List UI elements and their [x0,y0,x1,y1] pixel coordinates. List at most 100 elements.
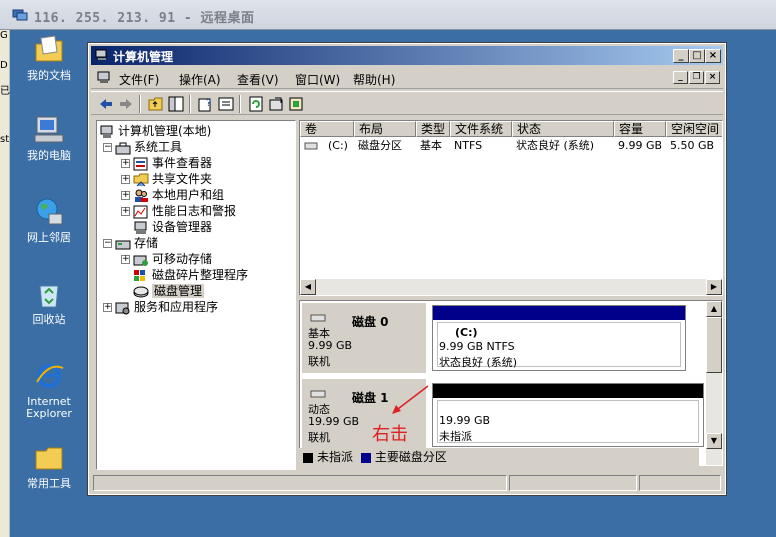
cell-layout: 磁盘分区 [358,139,402,152]
tree-item-root[interactable]: 计算机管理(本地) [99,123,211,139]
properties-help-icon[interactable]: ? [197,95,215,113]
forward-arrow-icon[interactable] [117,95,135,113]
disk-icon [310,390,326,398]
column-header-layout[interactable]: 布局 [354,121,416,137]
storage-icon [115,240,131,249]
tree-item-disk-management[interactable]: 磁盘管理 [133,283,205,299]
partition-label: (C:) [455,326,478,339]
cell-type: 基本 [420,139,442,152]
tree-item-services-apps[interactable]: + 服务和应用程序 [103,299,218,315]
toolbar: ? [91,91,723,115]
computer-icon [34,116,64,143]
strip-text: 已 [0,86,10,97]
desktop-icon-internet-explorer[interactable]: Internet Explorer [14,360,84,420]
console-tree: 计算机管理(本地) − 系统工具 + 事件查看器 + 共享文件夹 + 本地用户和组 + 性… [96,120,296,470]
partition-status: 未指派 [439,430,472,443]
tree-item-removable-storage[interactable]: + 可移动存储 [121,251,212,267]
close-button[interactable]: × [705,49,721,63]
desktop-icon-my-computer[interactable]: 我的电脑 [14,114,84,162]
minimize-button[interactable]: _ [673,49,689,63]
scroll-thumb[interactable] [706,317,722,373]
partition-unallocated[interactable]: 19.99 GB 未指派 [432,383,704,447]
scroll-right-button[interactable]: ▶ [706,279,722,295]
document-window-icon[interactable] [97,71,111,84]
window-titlebar[interactable]: 计算机管理 _ □ × [91,46,723,65]
cell-filesystem: NTFS [454,139,483,152]
expand-toggle[interactable]: + [121,255,130,264]
globe-network-icon [36,198,63,225]
mdi-close-button[interactable]: × [705,71,720,84]
tree-item-shared-folders[interactable]: + 共享文件夹 [121,171,212,187]
mdi-restore-button[interactable]: ❐ [689,71,704,84]
disk-0-info[interactable]: 磁盘 0 基本 9.99 GB 联机 [302,303,426,373]
tree-item-performance-logs[interactable]: + 性能日志和警报 [121,203,236,219]
desktop-icon-label: 回收站 [32,313,66,326]
desktop-icon-common-tools[interactable]: 常用工具 [14,442,84,490]
column-header-volume[interactable]: 卷 [300,121,354,137]
menu-action[interactable]: 操作(A) [179,71,221,88]
collapse-toggle[interactable]: − [103,143,112,152]
menubar: 文件(F) 操作(A) 查看(V) 窗口(W) 帮助(H) _ ❐ × [91,67,723,89]
expand-toggle[interactable]: + [121,175,130,184]
scroll-left-button[interactable]: ◀ [300,279,316,295]
disk-name: 磁盘 0 [352,315,389,329]
column-header-type[interactable]: 类型 [416,121,450,137]
background-window-strip: G D 已 st [0,30,10,537]
partition-color-bar [433,384,703,398]
volume-list: 卷 布局 类型 文件系统 状态 容量 空闲空间 (C:) 磁盘分区 基本 NTF… [299,120,723,296]
maximize-button[interactable]: □ [689,49,705,63]
cell-free-space: 5.50 GB [670,139,715,152]
device-manager-icon [134,221,147,234]
refresh-icon[interactable] [247,95,265,113]
defragmenter-icon [134,269,145,281]
menu-view[interactable]: 查看(V) [237,71,279,88]
column-header-capacity[interactable]: 容量 [614,121,666,137]
export-list-icon[interactable] [267,95,285,113]
expand-toggle[interactable]: + [121,159,130,168]
partition-color-bar [433,306,685,320]
column-header-status[interactable]: 状态 [512,121,614,137]
tree-item-device-manager[interactable]: 设备管理器 [133,219,212,235]
settings-icon[interactable] [287,95,305,113]
tree-item-event-viewer[interactable]: + 事件查看器 [121,155,212,171]
show-hide-tree-icon[interactable] [167,95,185,113]
toolbar-separator [139,95,141,113]
horizontal-scrollbar[interactable]: ◀ ▶ [300,279,722,295]
disk-graphical-view: 磁盘 0 基本 9.99 GB 联机 (C:) 9.99 GB NTFS 状态良… [299,300,723,466]
partition-detail: 9.99 GB NTFS [439,340,515,353]
column-header-filesystem[interactable]: 文件系统 [450,121,512,137]
column-header-free-space[interactable]: 空闲空间 [666,121,722,137]
menu-file[interactable]: 文件(F) [119,71,159,88]
scroll-down-button[interactable]: ▼ [706,433,722,449]
svg-text:?: ? [206,98,211,109]
cell-volume: (C:) [328,139,348,152]
view-list-icon[interactable] [217,95,235,113]
back-arrow-icon[interactable] [97,95,115,113]
expand-toggle[interactable]: + [103,303,112,312]
desktop-icon-network[interactable]: 网上邻居 [14,196,84,244]
scroll-up-button[interactable]: ▲ [706,301,722,317]
partition-c[interactable]: (C:) 9.99 GB NTFS 状态良好 (系统) [432,305,686,371]
tree-item-local-users[interactable]: + 本地用户和组 [121,187,224,203]
tree-item-system-tools[interactable]: − 系统工具 [103,139,182,155]
legend-swatch-unallocated [303,452,313,463]
drive-icon [304,142,318,150]
expand-toggle[interactable]: + [121,207,130,216]
desktop-icon-recycle-bin[interactable]: 回收站 [14,278,84,326]
tree-item-label: 服务和应用程序 [134,300,219,314]
tree-item-storage[interactable]: − 存储 [103,235,158,251]
users-icon [135,189,148,202]
collapse-toggle[interactable]: − [103,239,112,248]
expand-toggle[interactable]: + [121,191,130,200]
desktop-icon-label: 我的文档 [27,69,71,82]
menu-window[interactable]: 窗口(W) [295,71,340,88]
desktop-icon-my-documents[interactable]: 我的文档 [14,34,84,82]
vertical-scrollbar[interactable]: ▲ ▼ [706,301,722,465]
up-folder-icon[interactable] [147,95,165,113]
remote-desktop-titlebar: 116. 255. 213. 91 - 远程桌面 [0,0,776,30]
desktop-icon-label: 我的电脑 [27,149,71,162]
mdi-minimize-button[interactable]: _ [673,71,688,84]
status-segment [639,475,721,491]
tree-item-disk-defragmenter[interactable]: 磁盘碎片整理程序 [133,267,248,283]
menu-help[interactable]: 帮助(H) [353,71,395,88]
